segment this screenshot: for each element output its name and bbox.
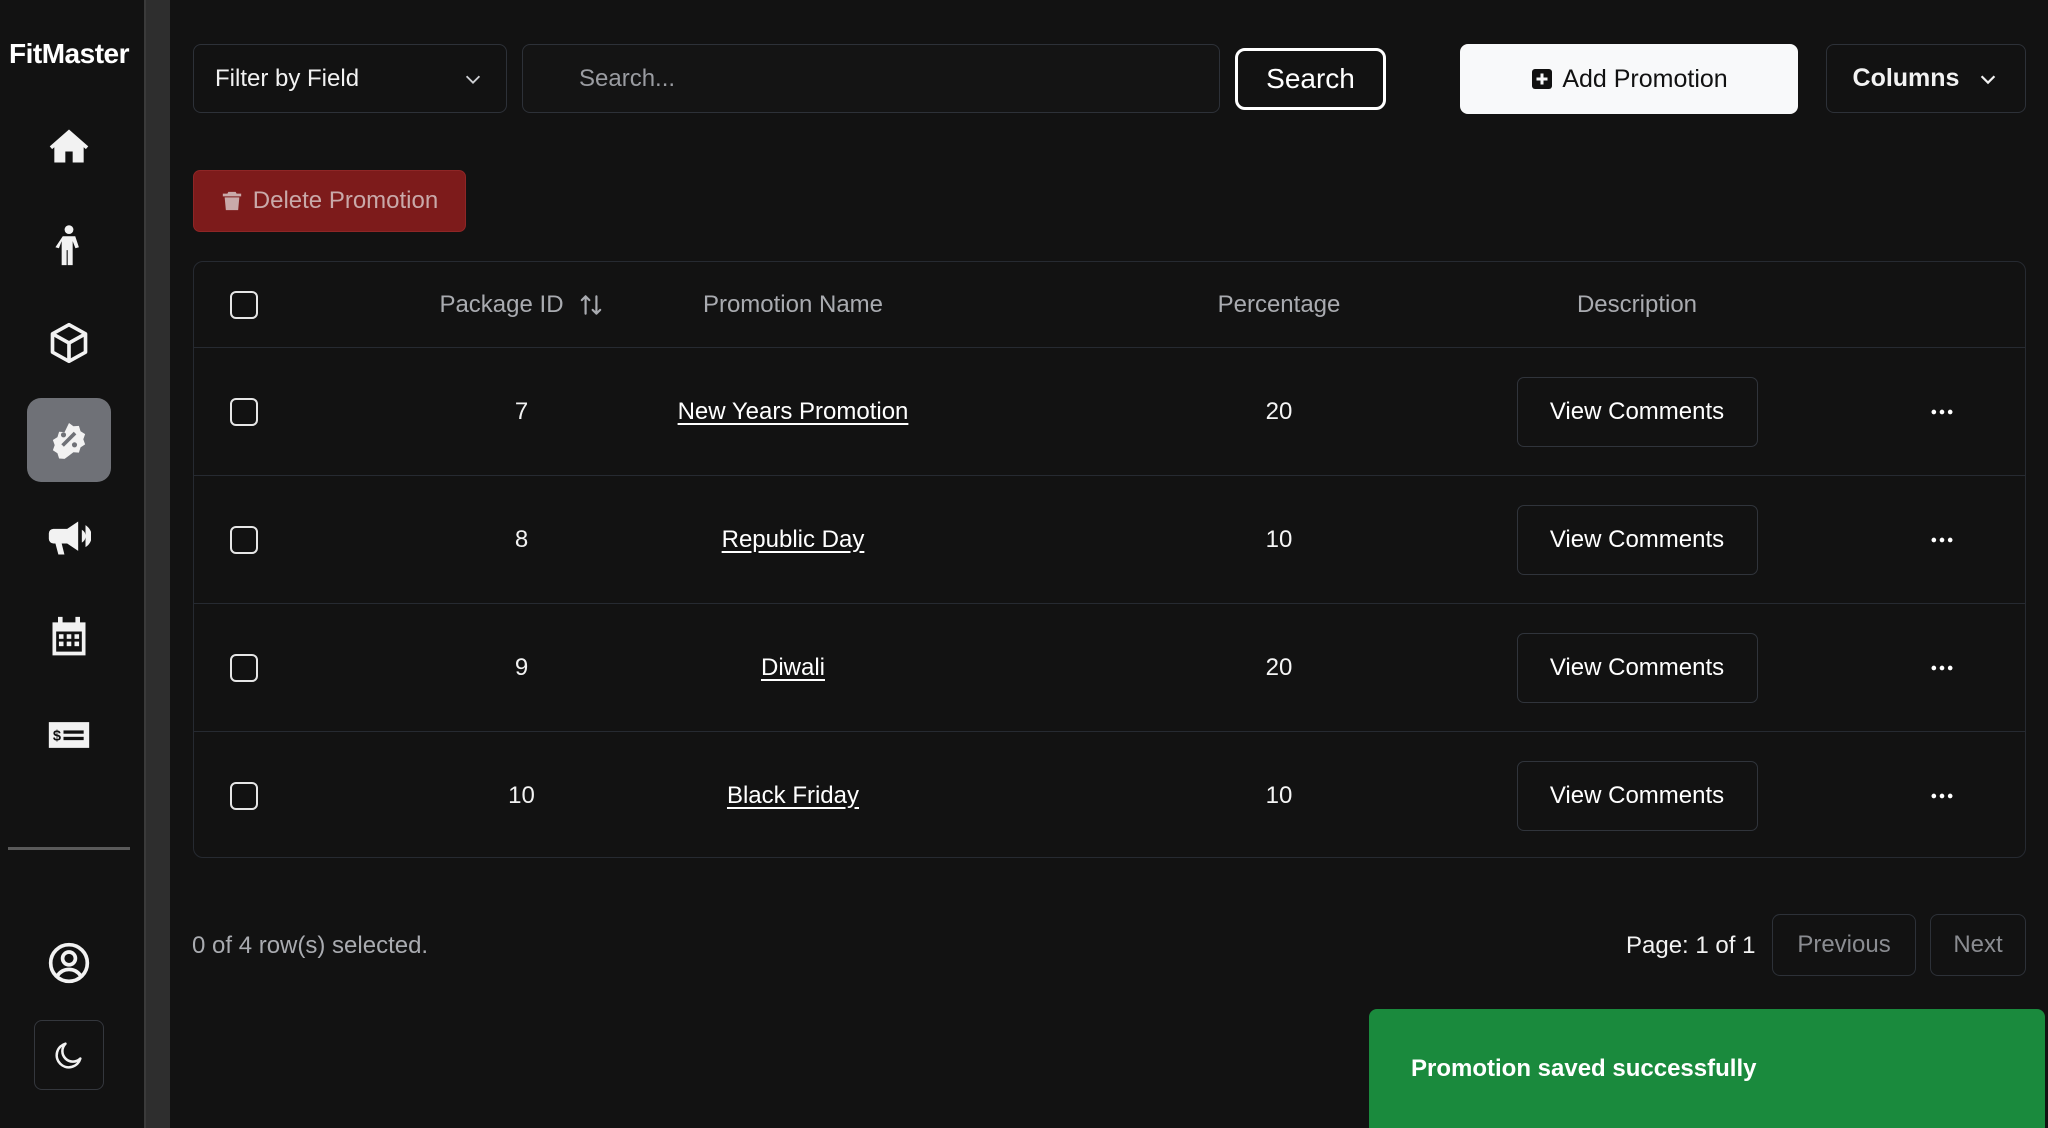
megaphone-icon [48, 521, 91, 555]
description-cell: View Comments [1487, 476, 1787, 603]
percentage-cell: 20 [1265, 397, 1293, 425]
row-checkbox[interactable] [230, 781, 258, 810]
row-select-cell [220, 476, 268, 603]
previous-page-button[interactable]: Previous [1772, 914, 1916, 976]
promotion-name-cell: Republic Day [533, 476, 1053, 603]
row-checkbox[interactable] [230, 397, 258, 426]
column-header-description: Description [1576, 290, 1698, 318]
next-page-button[interactable]: Next [1930, 914, 2026, 976]
more-horizontal-icon[interactable] [1928, 654, 1956, 682]
chevron-down-icon [1981, 74, 1996, 84]
view-comments-button[interactable]: View Comments [1516, 632, 1758, 703]
percentage-cell: 10 [1265, 781, 1293, 809]
more-horizontal-icon[interactable] [1928, 782, 1956, 810]
promotion-name-cell: Diwali [533, 604, 1053, 731]
view-comments-button[interactable]: View Comments [1516, 376, 1758, 447]
sidebar-item-schedule[interactable] [27, 595, 111, 679]
home-icon [49, 129, 89, 163]
more-horizontal-icon[interactable] [1928, 398, 1956, 426]
box-icon [50, 322, 88, 364]
add-promotion-button[interactable]: Add Promotion [1460, 44, 1798, 114]
row-checkbox[interactable] [230, 653, 258, 682]
promotion-name-link[interactable]: Black Friday [727, 782, 859, 810]
person-icon [55, 225, 79, 266]
row-actions-cell [1912, 476, 1972, 603]
search-input[interactable] [522, 44, 1220, 113]
sidebar-item-members[interactable] [27, 203, 111, 287]
delete-promotion-button[interactable]: Delete Promotion [193, 170, 466, 232]
select-all-checkbox[interactable] [230, 290, 258, 319]
promotion-name-link[interactable]: Republic Day [722, 526, 865, 554]
sidebar-item-home[interactable] [27, 104, 111, 188]
brand-logo[interactable]: FitMaster [0, 38, 138, 70]
moon-icon [55, 1042, 82, 1069]
delete-promotion-label: Delete Promotion [252, 187, 439, 214]
sidebar: FitMaster $ [0, 0, 144, 1128]
row-actions-cell [1912, 732, 1972, 859]
select-all-cell [220, 262, 268, 347]
sidebar-divider [8, 847, 130, 850]
svg-text:$: $ [53, 729, 61, 745]
row-select-cell [220, 604, 268, 731]
selected-row-count: 0 of 4 row(s) selected. [192, 932, 429, 959]
row-select-cell [220, 348, 268, 475]
success-toast[interactable]: Promotion saved successfully [1369, 1009, 2045, 1128]
row-actions-cell [1912, 348, 1972, 475]
search-button[interactable]: Search [1235, 48, 1386, 110]
column-header-percentage: Percentage [1217, 290, 1341, 318]
view-comments-button[interactable]: View Comments [1516, 504, 1758, 575]
promotion-name-link[interactable]: New Years Promotion [678, 398, 909, 426]
profile-button[interactable] [27, 921, 111, 1005]
promotion-name-link[interactable]: Diwali [761, 654, 825, 682]
column-header-promotion-name: Promotion Name [702, 290, 884, 318]
table-row: 7 New Years Promotion 20 View Comments [194, 348, 2025, 476]
sidebar-item-promotions[interactable] [27, 398, 111, 482]
promotion-name-cell: New Years Promotion [533, 348, 1053, 475]
columns-button[interactable]: Columns [1826, 44, 2026, 113]
trash-icon [222, 191, 241, 211]
discount-badge-icon [52, 422, 86, 459]
view-comments-button[interactable]: View Comments [1516, 760, 1758, 831]
add-promotion-label: Add Promotion [1562, 64, 1728, 93]
plus-square-icon [1532, 69, 1553, 89]
sidebar-item-billing[interactable]: $ [27, 693, 111, 777]
table-header-row: Package ID Promotion Name Percentage Des… [194, 262, 2025, 348]
percentage-cell: 10 [1265, 525, 1293, 553]
sidebar-resize-handle[interactable] [144, 0, 170, 1128]
table-row: 9 Diwali 20 View Comments [194, 604, 2025, 732]
promotion-name-cell: Black Friday [533, 732, 1053, 859]
money-check-icon: $ [48, 722, 90, 748]
chevron-down-icon [465, 75, 481, 84]
table-row: 10 Black Friday 10 View Comments [194, 732, 2025, 859]
page-info: Page: 1 of 1 [1626, 932, 1756, 959]
sidebar-item-announcements[interactable] [27, 496, 111, 580]
row-actions-cell [1912, 604, 1972, 731]
description-cell: View Comments [1487, 348, 1787, 475]
row-select-cell [220, 732, 268, 859]
table-row: 8 Republic Day 10 View Comments [194, 476, 2025, 604]
promotions-table: Package ID Promotion Name Percentage Des… [193, 261, 2026, 858]
columns-label: Columns [1852, 64, 1960, 92]
description-cell: View Comments [1487, 604, 1787, 731]
row-checkbox[interactable] [230, 525, 258, 554]
description-cell: View Comments [1487, 732, 1787, 859]
calendar-icon [52, 616, 86, 656]
more-horizontal-icon[interactable] [1928, 526, 1956, 554]
theme-toggle-button[interactable] [34, 1020, 104, 1090]
user-circle-icon [48, 942, 90, 984]
filter-by-field-select[interactable]: Filter by Field [193, 44, 507, 113]
filter-select-label: Filter by Field [215, 64, 360, 92]
sidebar-item-packages[interactable] [27, 301, 111, 385]
percentage-cell: 20 [1265, 653, 1293, 681]
